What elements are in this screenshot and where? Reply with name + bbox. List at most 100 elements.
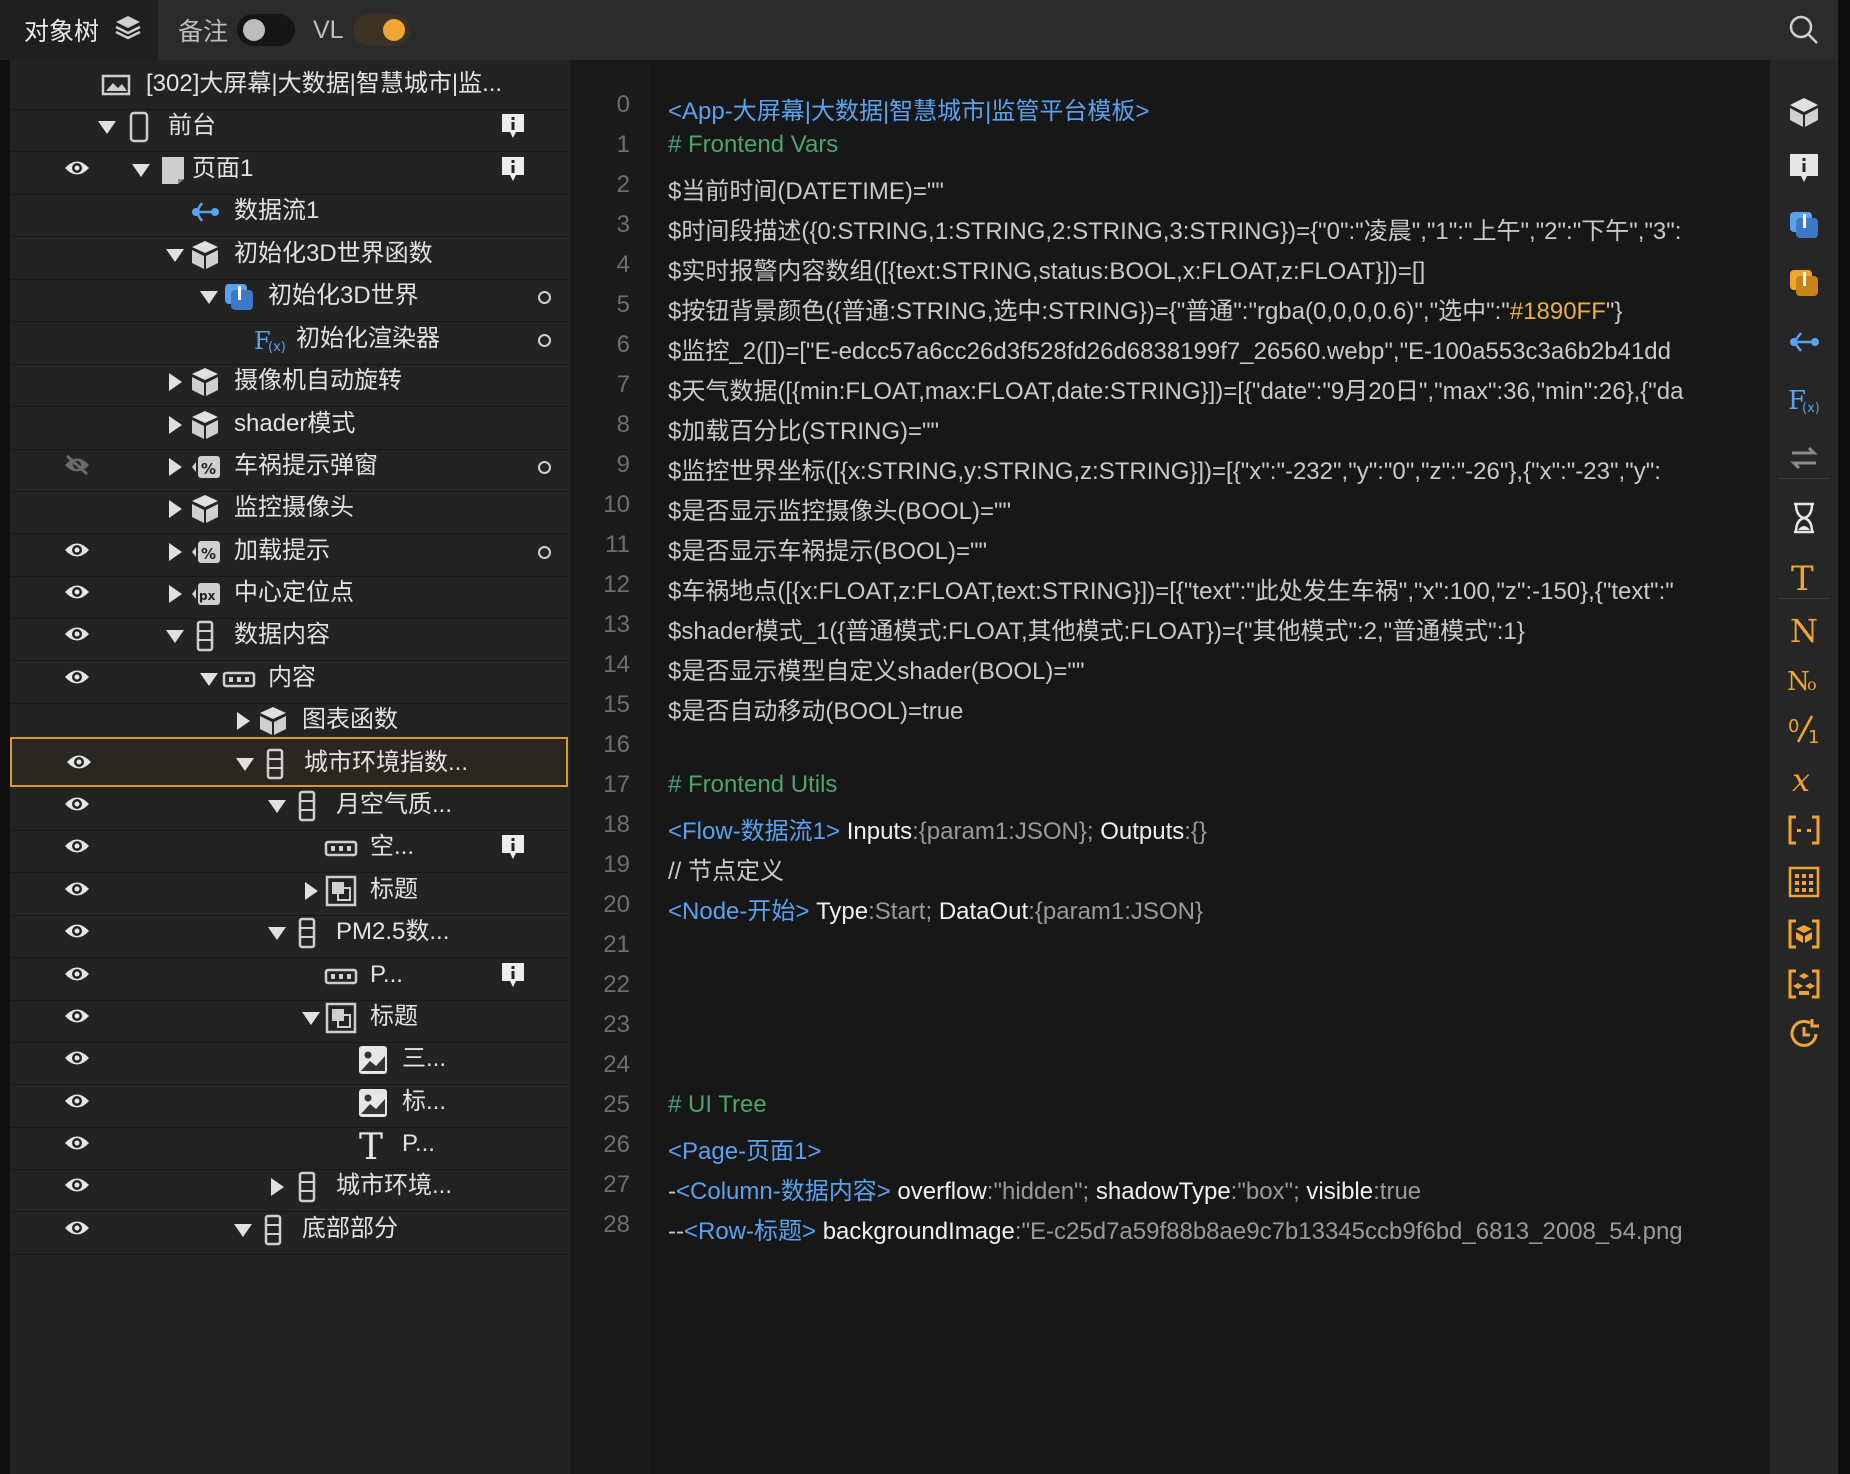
note-info-icon[interactable] [500,833,526,861]
tool-info-icon[interactable] [1786,150,1822,186]
visibility-eye-icon[interactable] [64,1047,90,1074]
vl-toggle[interactable] [353,14,411,46]
tool-hourglass-icon[interactable] [1786,500,1822,536]
svg-text:(x): (x) [268,340,286,355]
line-number: 27 [603,1171,630,1198]
expand-arrow-icon[interactable] [271,1178,284,1196]
collapse-arrow-icon[interactable] [236,758,254,771]
tool-text-t-icon[interactable]: T [1786,558,1822,594]
tool-bracket-icon[interactable] [1786,812,1822,848]
visibility-eye-icon[interactable] [64,878,90,905]
line-number: 4 [616,251,630,278]
visible-value: :true [1373,1178,1422,1205]
dataout-value: :{param1:JSON} [1028,898,1203,925]
row-tag: <Row-标题> [683,1218,817,1245]
code-line-5-c: "} [1605,298,1623,325]
tab-object-tree-label: 对象树 [24,18,100,46]
collapse-arrow-icon[interactable] [200,291,218,304]
visibility-eye-icon[interactable] [64,157,90,184]
tool-grid-icon[interactable] [1786,864,1822,900]
line-number: 17 [603,771,630,798]
node-tag: <Node-开始> [668,898,810,925]
tool-function-icon[interactable]: F (x) [1786,382,1822,418]
text-icon: T [356,1127,390,1168]
line-number: 28 [603,1211,630,1238]
collapse-arrow-icon[interactable] [132,164,150,177]
note-info-icon[interactable] [500,961,526,989]
visibility-eye-icon[interactable] [64,581,90,608]
visibility-eye-icon[interactable] [64,1005,90,1032]
backgroundimage-value: :"E-c25d7a59f88b8ae9c7b13345ccb9f6bd_681… [1014,1218,1683,1245]
visibility-eye-icon[interactable] [64,623,90,650]
visibility-eye-icon[interactable] [64,1090,90,1117]
collapse-arrow-icon[interactable] [166,249,184,262]
line-number: 26 [603,1131,630,1158]
tool-orange-scene-icon[interactable] [1786,266,1822,302]
expand-arrow-icon[interactable] [169,543,182,561]
visibility-eye-icon[interactable] [64,1132,90,1159]
collapse-arrow-icon[interactable] [98,121,116,134]
visibility-eye-icon[interactable] [66,751,92,778]
line-number: 13 [603,611,630,638]
collapse-arrow-icon[interactable] [234,1224,252,1237]
code-line-10: $是否显示监控摄像头(BOOL)="" [668,498,1012,525]
line-number: 9 [616,451,630,478]
tree-node-label: 三... [402,1045,447,1072]
expand-arrow-icon[interactable] [305,882,318,900]
note-info-icon[interactable] [500,112,526,140]
visibility-eye-icon[interactable] [64,963,90,990]
visibility-eye-icon[interactable] [64,666,90,693]
tree-row[interactable]: 城市环境指数... [10,737,568,787]
code-line-28: --<Row-标题> backgroundImage:"E-c25d7a59f8… [668,1211,1683,1246]
status-dot-icon [538,461,551,474]
expand-arrow-icon[interactable] [237,712,250,730]
tool-component-icon[interactable] [1786,966,1822,1002]
tree-node-label: 初始化3D世界函数 [234,240,433,267]
visibility-eye-icon[interactable] [64,539,90,566]
code-editor[interactable]: <App-大屏幕|大数据|智慧城市|监管平台模板> # Frontend Var… [650,60,1770,1474]
expand-arrow-icon[interactable] [169,500,182,518]
type-key: Type [816,898,869,925]
tool-flow-icon[interactable] [1786,324,1822,360]
visibility-eye-icon[interactable] [64,835,90,862]
code-line-9: $监控世界坐标([{x:STRING,y:STRING,z:STRING}])=… [668,458,1661,485]
visibility-eye-icon[interactable] [64,1174,90,1201]
tool-module-icon[interactable] [1786,916,1822,952]
visibility-hidden-icon[interactable] [64,454,90,481]
tool-text-n-icon[interactable]: N [1786,610,1822,646]
tree-row[interactable]: 底部部分 [10,1205,568,1255]
expand-arrow-icon[interactable] [169,416,182,434]
notes-toggle[interactable] [237,14,295,46]
tool-clock-icon[interactable] [1786,1016,1822,1052]
tool-fraction-icon[interactable]: 01 [1786,710,1822,746]
percent-icon: % [188,450,222,484]
tool-variable-x-icon[interactable]: x [1786,760,1822,796]
collapse-arrow-icon[interactable] [268,800,286,813]
visibility-eye-icon[interactable] [64,920,90,947]
collapse-arrow-icon[interactable] [302,1012,320,1025]
note-info-icon[interactable] [500,155,526,183]
expand-arrow-icon[interactable] [169,373,182,391]
tool-cube-icon[interactable] [1786,94,1822,130]
code-line-7: $天气数据([{min:FLOAT,max:FLOAT,date:STRING}… [668,378,1684,405]
code-line-26: <Page-页面1> [668,1138,822,1165]
code-line-19: // 节点定义 [668,858,785,885]
visibility-eye-icon[interactable] [64,1217,90,1244]
search-icon[interactable] [1788,14,1820,51]
tree-node-label: 城市环境指数... [304,749,469,776]
collapse-arrow-icon[interactable] [200,673,218,686]
cube-icon [188,408,222,442]
expand-arrow-icon[interactable] [169,585,182,603]
px-icon: px [188,577,222,611]
tool-swap-icon[interactable] [1786,440,1822,476]
collapse-arrow-icon[interactable] [268,927,286,940]
collapse-arrow-icon[interactable] [166,630,184,643]
tool-blue-scene-icon[interactable] [1786,208,1822,244]
expand-arrow-icon[interactable] [169,458,182,476]
visibility-eye-icon[interactable] [64,793,90,820]
tab-object-tree[interactable]: 对象树 [0,0,158,60]
notes-label: 备注 [178,18,229,46]
code-line-27: -<Column-数据内容> overflow:"hidden"; shadow… [668,1171,1421,1206]
tool-number-icon[interactable]: No [1786,660,1822,696]
line-number: 1 [616,131,630,158]
